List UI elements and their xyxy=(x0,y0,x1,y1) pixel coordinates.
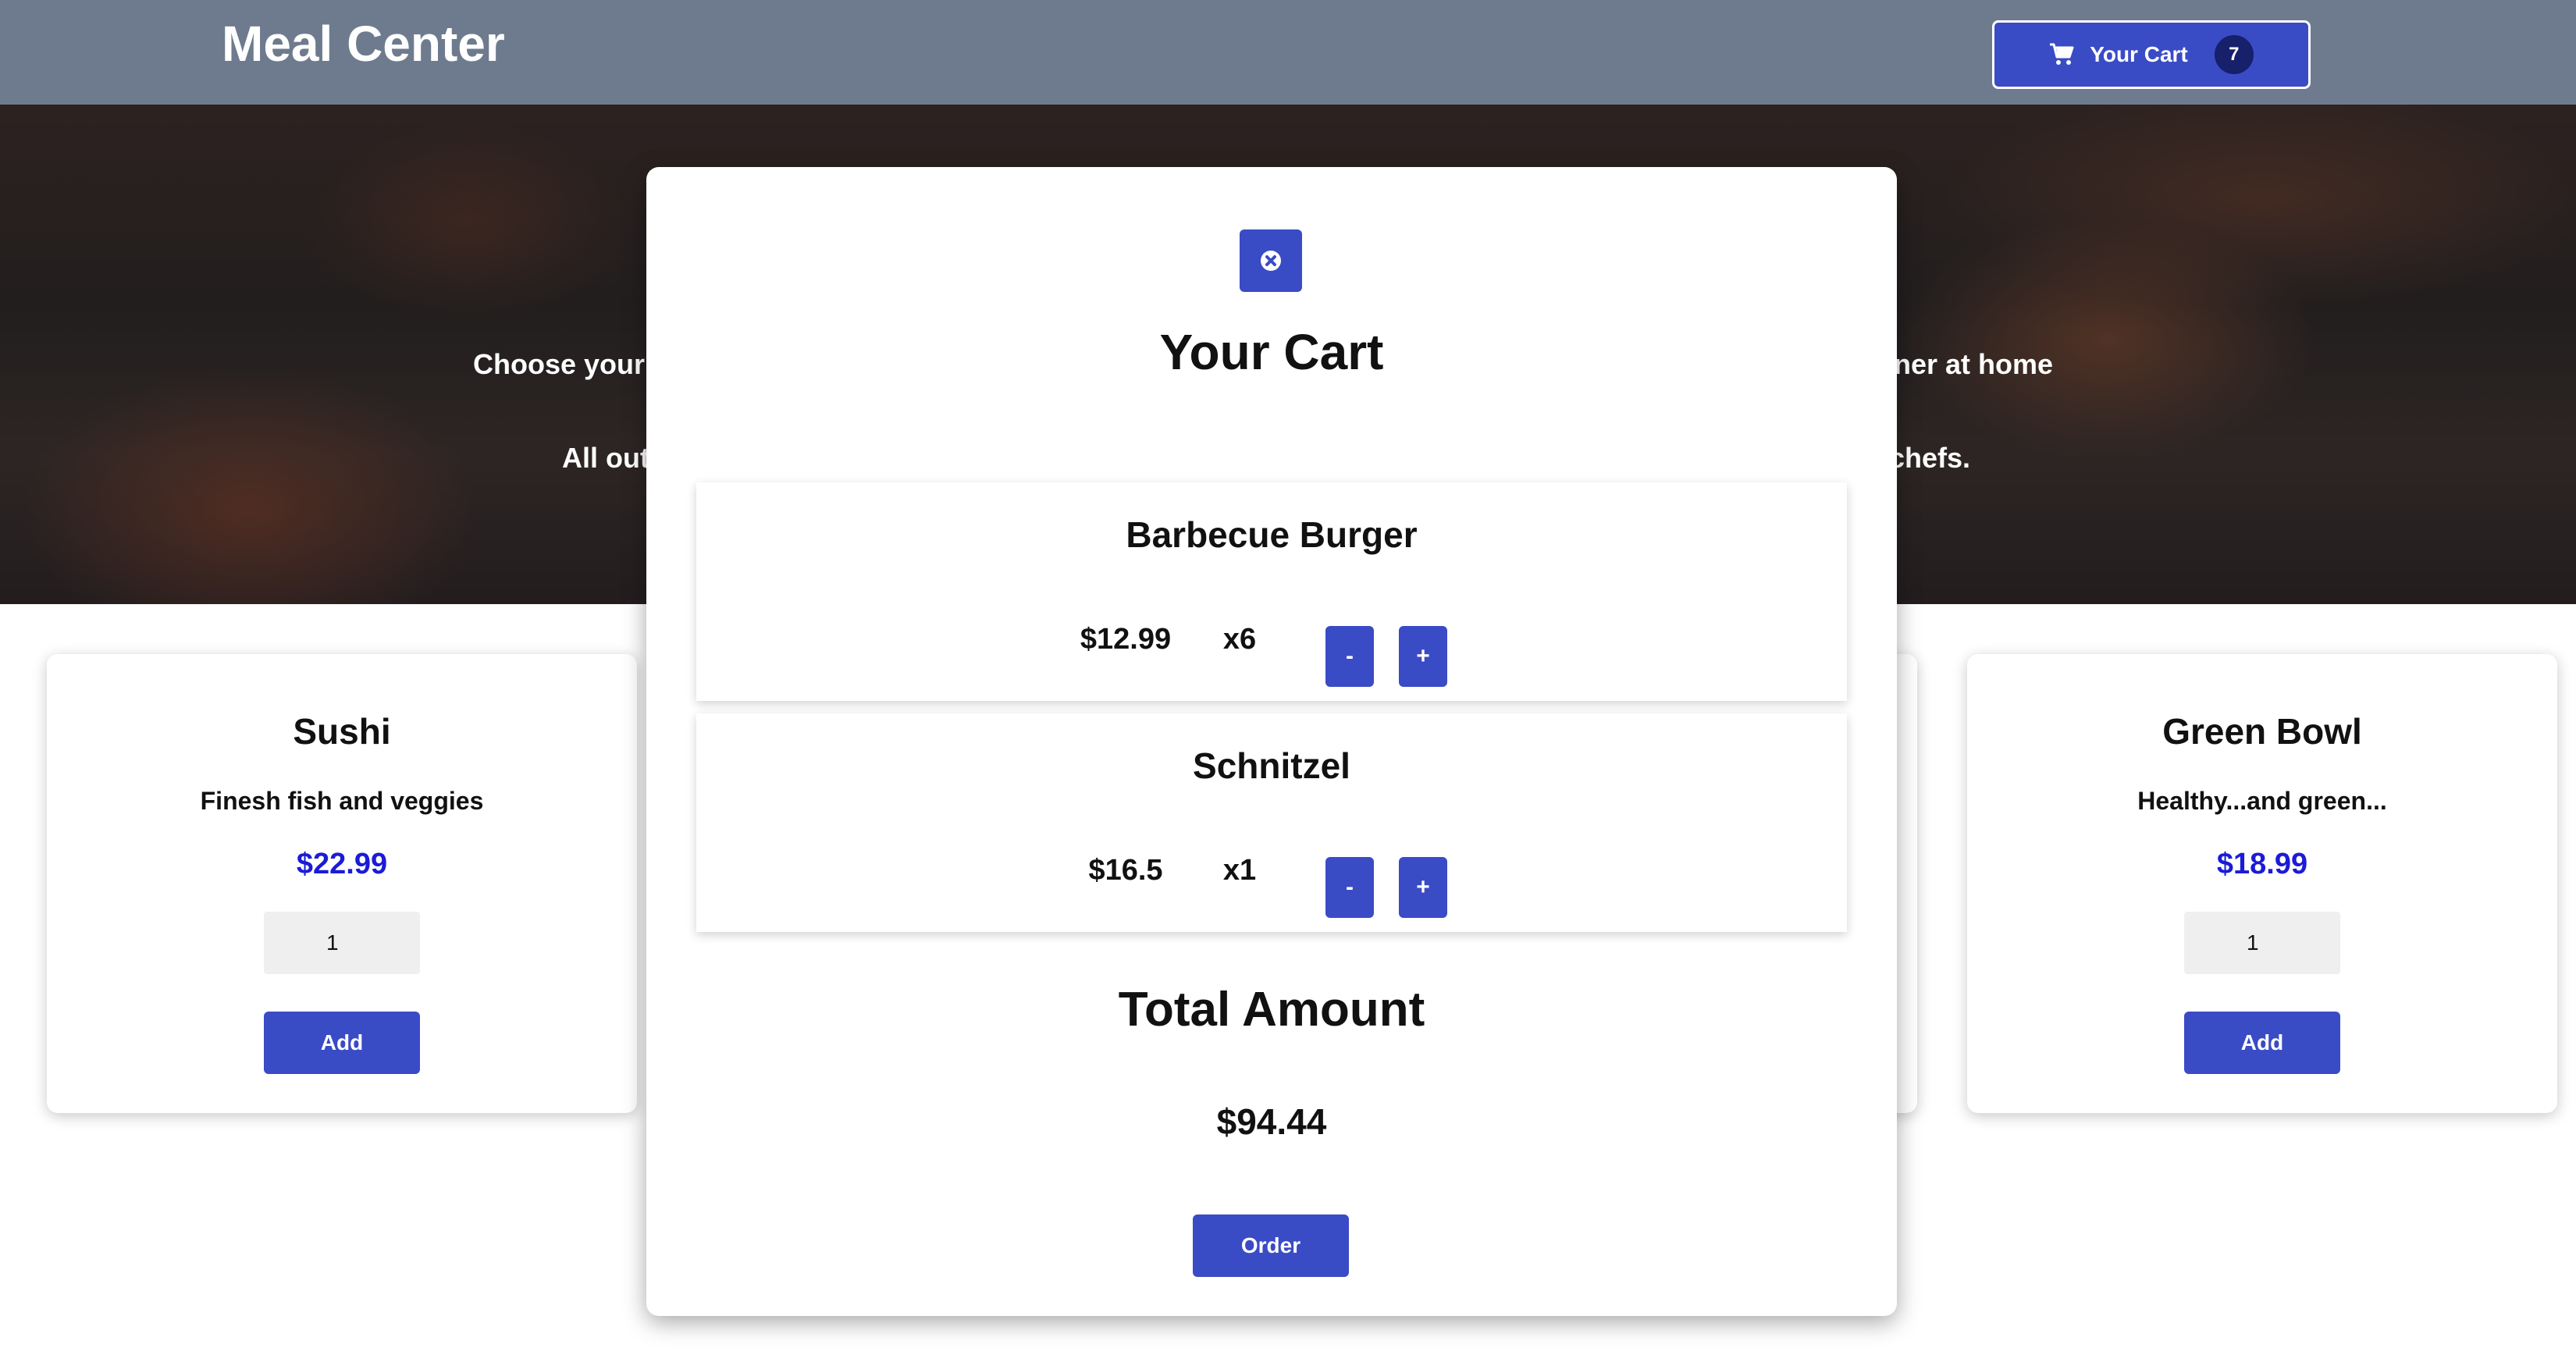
cart-count-badge: 7 xyxy=(2214,35,2254,74)
meal-name: Green Bowl xyxy=(2162,711,2362,752)
cart-item: Schnitzel $16.5 x1 - + xyxy=(696,713,1847,932)
cart-item-name: Barbecue Burger xyxy=(1126,514,1418,555)
close-button[interactable] xyxy=(1240,229,1302,292)
modal-title: Your Cart xyxy=(1159,324,1384,380)
decrease-quantity-button[interactable]: - xyxy=(1325,626,1374,687)
cart-button[interactable]: Your Cart 7 xyxy=(1992,20,2311,89)
hero-line-2-left: All out xyxy=(562,442,649,474)
total-amount-value: $94.44 xyxy=(1216,1101,1327,1142)
order-button[interactable]: Order xyxy=(1193,1215,1349,1277)
quantity-input[interactable] xyxy=(264,912,420,974)
cart-item-name: Schnitzel xyxy=(1193,745,1350,786)
hero-line-2-right: chefs. xyxy=(1889,442,1971,474)
header: Meal Center Your Cart 7 xyxy=(0,0,2576,105)
cart-item-quantity: x1 xyxy=(1222,854,1257,887)
app-root: Meal Center Your Cart 7 Choose your nner… xyxy=(0,0,2576,1355)
cart-icon xyxy=(2050,43,2074,65)
cart-button-label: Your Cart xyxy=(2090,42,2188,66)
cart-item-quantity: x6 xyxy=(1222,623,1257,656)
increase-quantity-button[interactable]: + xyxy=(1399,857,1447,918)
hero-line-1-right: nner at home xyxy=(1877,348,2054,380)
close-icon xyxy=(1261,251,1281,271)
app-title: Meal Center xyxy=(222,16,505,72)
meal-name: Sushi xyxy=(293,711,391,752)
meal-price: $22.99 xyxy=(296,848,388,880)
meal-card-green-bowl: Green Bowl Healthy...and green... $18.99… xyxy=(1967,654,2557,1113)
add-button[interactable]: Add xyxy=(2184,1012,2340,1074)
increase-quantity-button[interactable]: + xyxy=(1399,626,1447,687)
meal-description: Finesh fish and veggies xyxy=(200,787,484,815)
hero-line-1-left: Choose your xyxy=(473,348,646,380)
meal-description: Healthy...and green... xyxy=(2137,787,2387,815)
cart-item: Barbecue Burger $12.99 x6 - + xyxy=(696,482,1847,701)
cart-modal: Your Cart Barbecue Burger $12.99 x6 - + … xyxy=(646,167,1897,1316)
total-amount-label: Total Amount xyxy=(1118,983,1425,1037)
add-button[interactable]: Add xyxy=(264,1012,420,1074)
meal-price: $18.99 xyxy=(2216,848,2308,880)
meal-card-sushi: Sushi Finesh fish and veggies $22.99 Add xyxy=(47,654,637,1113)
decrease-quantity-button[interactable]: - xyxy=(1325,857,1374,918)
quantity-input[interactable] xyxy=(2184,912,2340,974)
